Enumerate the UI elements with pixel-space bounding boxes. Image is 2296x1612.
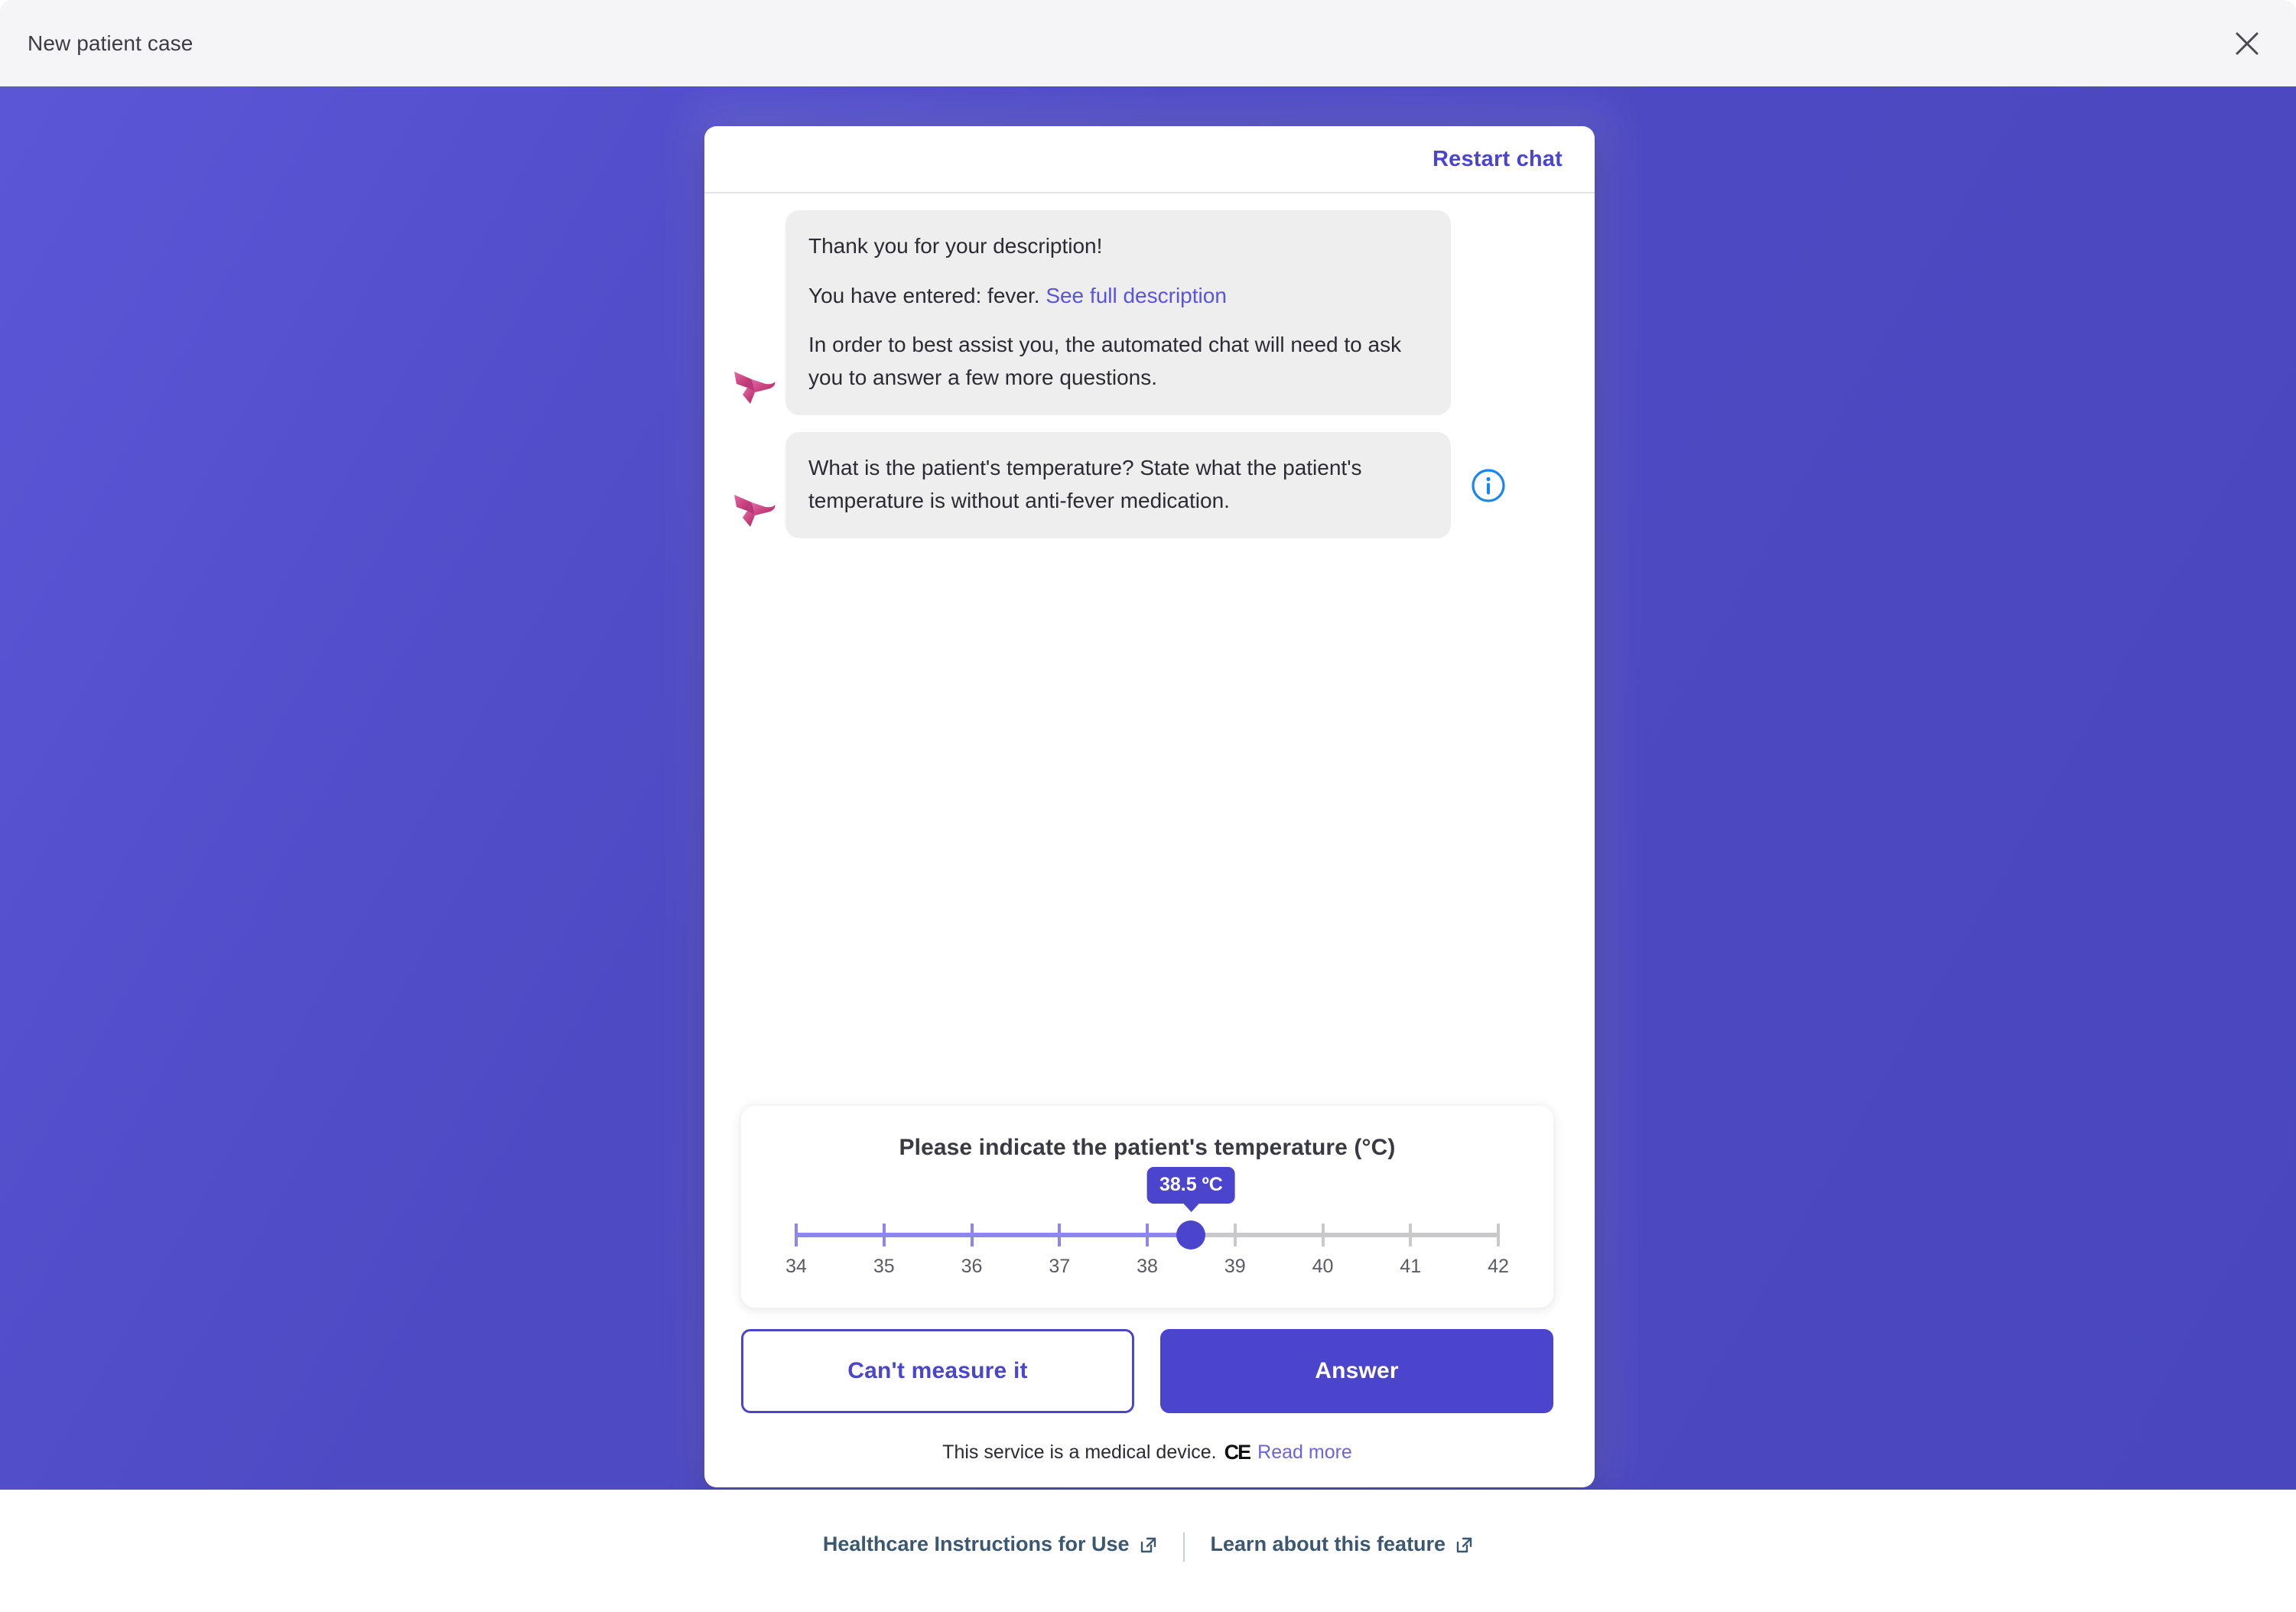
slider-tick-label: 41 <box>1400 1256 1422 1277</box>
external-link-icon <box>1139 1536 1157 1554</box>
slider-tick <box>1146 1224 1149 1246</box>
slider-tick <box>1321 1224 1325 1246</box>
temperature-slider-panel: Please indicate the patient's temperatur… <box>741 1106 1553 1308</box>
slider-track-fill <box>796 1233 1192 1237</box>
chat-body: Thank you for your description! You have… <box>704 193 1595 1487</box>
slider-tick <box>1409 1224 1413 1246</box>
bubble-paragraph: What is the patient's temperature? State… <box>808 456 1362 512</box>
bubble-paragraph: In order to best assist you, the automat… <box>808 333 1402 389</box>
purple-stage: Restart chat Thank you for your descript… <box>0 86 2296 1490</box>
chat-spacer <box>727 555 1567 1106</box>
close-icon[interactable] <box>2227 24 2267 63</box>
medical-device-note: This service is a medical device. CE Rea… <box>727 1413 1567 1487</box>
chat-message: What is the patient's temperature? State… <box>727 432 1567 539</box>
slider-tick <box>1497 1224 1500 1246</box>
slider-title: Please indicate the patient's temperatur… <box>899 1135 1396 1160</box>
slider-tick <box>882 1224 886 1246</box>
slider-tick-label: 42 <box>1488 1256 1509 1277</box>
slider-tick-label: 37 <box>1049 1256 1071 1277</box>
chat-header: Restart chat <box>704 126 1595 193</box>
read-more-link[interactable]: Read more <box>1257 1441 1352 1464</box>
ce-mark-icon: CE <box>1224 1441 1251 1464</box>
bubble-paragraph: Thank you for your description! <box>808 234 1103 258</box>
slider-tick <box>1058 1224 1062 1246</box>
slider-tick-label: 34 <box>785 1256 807 1277</box>
chat-bubble: What is the patient's temperature? State… <box>785 432 1451 539</box>
slider-tick-label: 36 <box>961 1256 983 1277</box>
learn-about-feature-link[interactable]: Learn about this feature <box>1211 1532 1474 1556</box>
see-full-description-link[interactable]: See full description <box>1046 284 1227 307</box>
chat-card: Restart chat Thank you for your descript… <box>704 126 1595 1487</box>
device-note-text: This service is a medical device. <box>942 1441 1217 1463</box>
slider-tick <box>1233 1224 1237 1246</box>
origami-bird-icon <box>727 360 782 415</box>
page-footer: Healthcare Instructions for Use Learn ab… <box>0 1490 2296 1612</box>
slider-tick-label: 39 <box>1224 1256 1246 1277</box>
cant-measure-button[interactable]: Can't measure it <box>741 1329 1134 1413</box>
slider-tick <box>795 1224 798 1246</box>
healthcare-instructions-link[interactable]: Healthcare Instructions for Use <box>823 1532 1157 1556</box>
answer-button[interactable]: Answer <box>1160 1329 1553 1413</box>
action-buttons: Can't measure it Answer <box>727 1308 1567 1413</box>
slider-thumb[interactable] <box>1176 1220 1206 1250</box>
bubble-paragraph: You have entered: fever. See full descri… <box>808 280 1428 313</box>
slider-tick-label: 35 <box>873 1256 895 1277</box>
slider-tick <box>970 1224 974 1246</box>
origami-bird-icon <box>727 483 782 538</box>
bubble-text: You have entered: fever. <box>808 283 1046 307</box>
external-link-icon <box>1455 1536 1473 1554</box>
slider-tick-label: 38 <box>1137 1256 1158 1277</box>
slider-tick-label: 40 <box>1312 1256 1334 1277</box>
footer-divider <box>1182 1532 1185 1562</box>
temperature-slider[interactable]: 34 35 36 37 38 39 40 41 42 38.5 ºC <box>785 1167 1509 1282</box>
window-title-bar: New patient case <box>0 0 2296 86</box>
chat-message: Thank you for your description! You have… <box>727 210 1567 416</box>
slider-value-bubble: 38.5 ºC <box>1146 1167 1235 1204</box>
footer-link-label: Learn about this feature <box>1210 1532 1446 1555</box>
restart-chat-button[interactable]: Restart chat <box>1433 147 1563 172</box>
info-circle-icon[interactable] <box>1471 468 1506 503</box>
footer-link-label: Healthcare Instructions for Use <box>822 1532 1130 1555</box>
page-title: New patient case <box>28 31 194 55</box>
chat-bubble: Thank you for your description! You have… <box>785 210 1451 416</box>
